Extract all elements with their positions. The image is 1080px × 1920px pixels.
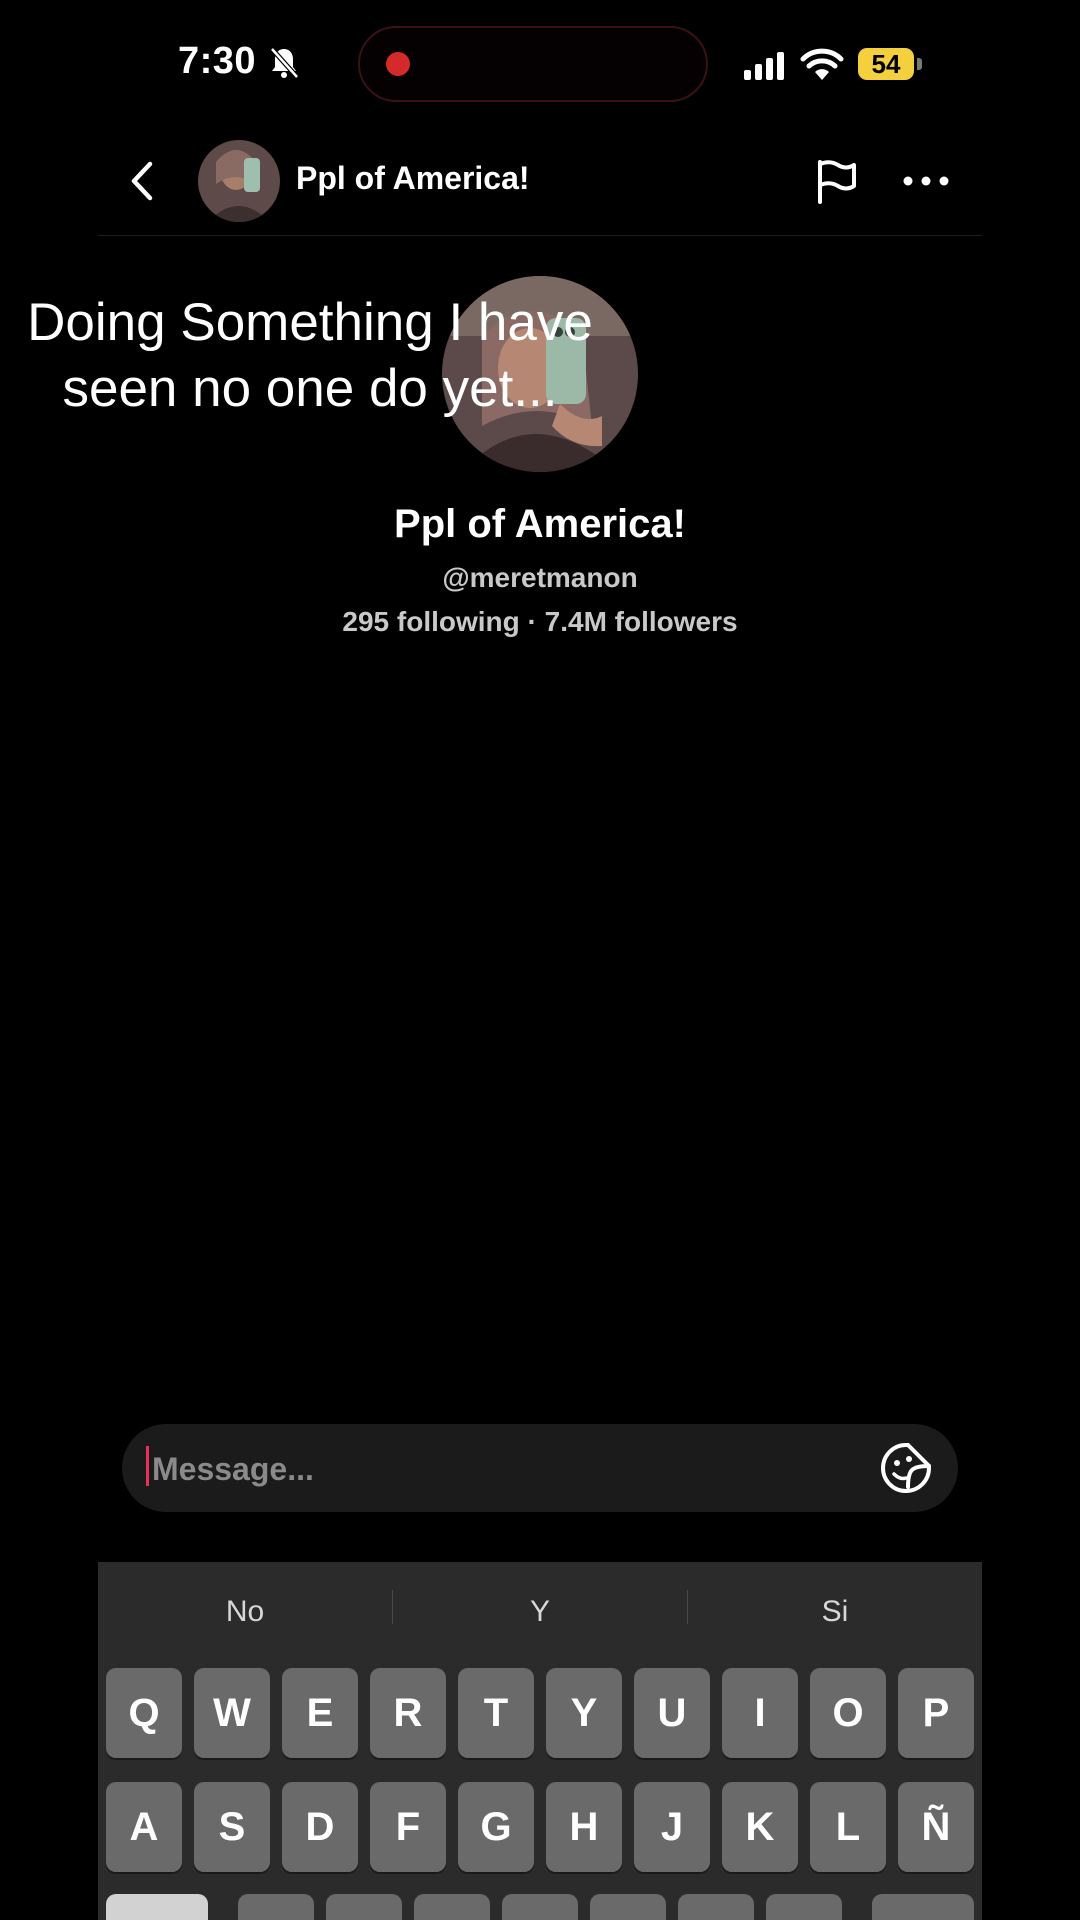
- key-k[interactable]: K: [722, 1782, 798, 1872]
- key-o[interactable]: O: [810, 1668, 886, 1758]
- sticker-icon[interactable]: [880, 1442, 932, 1494]
- overlay-caption-line2: seen no one do yet...: [62, 359, 558, 418]
- header-title[interactable]: Ppl of America!: [296, 160, 530, 197]
- key-g[interactable]: G: [458, 1782, 534, 1872]
- key-a[interactable]: A: [106, 1782, 182, 1872]
- key-s[interactable]: S: [194, 1782, 270, 1872]
- key-u[interactable]: U: [634, 1668, 710, 1758]
- key-e[interactable]: E: [282, 1668, 358, 1758]
- more-icon[interactable]: [900, 166, 952, 196]
- suggestion-2[interactable]: Y: [393, 1584, 687, 1640]
- text-caret: [146, 1446, 149, 1486]
- key-w[interactable]: W: [194, 1668, 270, 1758]
- status-time: 7:30: [178, 40, 257, 82]
- suggestion-3[interactable]: Si: [688, 1584, 982, 1640]
- header-avatar[interactable]: [198, 140, 280, 222]
- suggestion-1[interactable]: No: [98, 1584, 392, 1640]
- key-t[interactable]: T: [458, 1668, 534, 1758]
- key-n-tilde[interactable]: Ñ: [898, 1782, 974, 1872]
- key-j[interactable]: J: [634, 1782, 710, 1872]
- flag-icon[interactable]: [814, 158, 860, 204]
- battery-cap: [917, 58, 922, 70]
- overlay-caption-line1: Doing Something I have: [27, 293, 593, 352]
- key-h[interactable]: H: [546, 1782, 622, 1872]
- key-r[interactable]: R: [370, 1668, 446, 1758]
- key-row3-2[interactable]: [326, 1894, 402, 1920]
- key-row3-1[interactable]: [238, 1894, 314, 1920]
- bell-slash-icon: [270, 47, 299, 79]
- key-y[interactable]: Y: [546, 1668, 622, 1758]
- key-row3-4[interactable]: [502, 1894, 578, 1920]
- key-row3-6[interactable]: [678, 1894, 754, 1920]
- wifi-icon: [800, 48, 844, 80]
- battery-icon: 54: [858, 48, 914, 80]
- backspace-key[interactable]: [872, 1894, 974, 1920]
- header-divider: [98, 235, 982, 236]
- signal-icon: [744, 52, 784, 80]
- message-input[interactable]: [150, 1424, 854, 1514]
- key-d[interactable]: D: [282, 1782, 358, 1872]
- key-q[interactable]: Q: [106, 1668, 182, 1758]
- key-row3-3[interactable]: [414, 1894, 490, 1920]
- key-row3-5[interactable]: [590, 1894, 666, 1920]
- key-i[interactable]: I: [722, 1668, 798, 1758]
- overlay-caption: Doing Something I have seen no one do ye…: [0, 290, 620, 422]
- dynamic-island: [358, 26, 708, 102]
- profile-handle: @meretmanon: [442, 562, 638, 593]
- shift-key[interactable]: [106, 1894, 208, 1920]
- key-l[interactable]: L: [810, 1782, 886, 1872]
- profile-name: Ppl of America!: [394, 502, 686, 546]
- key-f[interactable]: F: [370, 1782, 446, 1872]
- key-row3-7[interactable]: [766, 1894, 842, 1920]
- key-p[interactable]: P: [898, 1668, 974, 1758]
- profile-stats: 295 following · 7.4M followers: [342, 606, 738, 637]
- back-chevron-icon[interactable]: [126, 160, 162, 202]
- recording-indicator: [386, 52, 410, 76]
- keyboard: No Y Si Q W E R T Y U I O P A S D F G H …: [98, 1562, 982, 1920]
